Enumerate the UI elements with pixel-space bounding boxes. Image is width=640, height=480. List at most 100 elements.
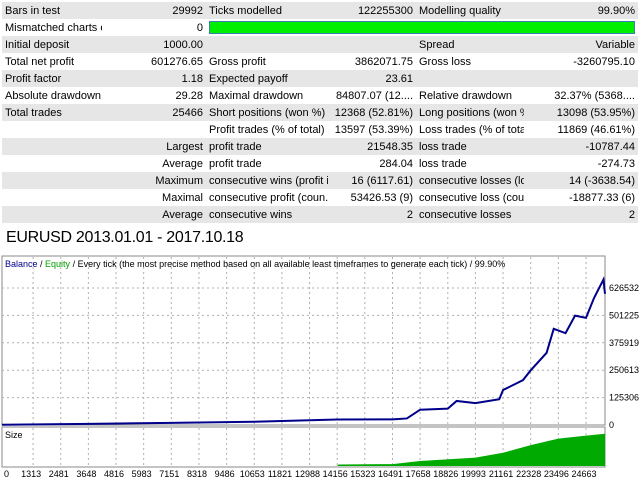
stat-label <box>2 138 102 155</box>
stat-value: 29992 <box>102 2 206 19</box>
stats-row: Maximal consecutive profit (coun... 53426.… <box>2 189 638 206</box>
stat-value: -3260795.10 <box>524 53 638 70</box>
stat-label <box>2 206 102 223</box>
stat-value: 53426.53 (9) <box>328 189 416 206</box>
stat-label: Ticks modelled <box>206 2 328 19</box>
stat-value: 84807.07 (12.... <box>328 87 416 104</box>
stat-label: consecutive losses <box>416 206 524 223</box>
x-tick-label: 7151 <box>159 469 179 479</box>
svg-text:Balance / Equity / Every tick: Balance / Equity / Every tick (the most … <box>5 259 505 269</box>
stat-value: 16 (6117.61) <box>328 172 416 189</box>
y-tick-label: 626532 <box>609 283 639 293</box>
stat-label: profit trade <box>206 155 328 172</box>
stat-label <box>2 189 102 206</box>
y-tick-label: 0 <box>609 420 614 430</box>
x-tick-label: 1313 <box>21 469 41 479</box>
y-tick-label: 125306 <box>609 393 639 403</box>
stat-label: Spread <box>416 36 524 53</box>
stat-value: 13597 (53.39%) <box>328 121 416 138</box>
stat-label <box>416 70 524 87</box>
stat-label: Relative drawdown <box>416 87 524 104</box>
stat-value <box>524 70 638 87</box>
stat-label: Absolute drawdown <box>2 87 102 104</box>
stat-label: profit trade <box>206 138 328 155</box>
stat-label: Mismatched charts e... <box>2 19 102 36</box>
x-tick-label: 12988 <box>295 469 320 479</box>
stat-label: Maximal drawdown <box>206 87 328 104</box>
x-tick-label: 9486 <box>215 469 235 479</box>
stat-label: Long positions (won %) <box>416 104 524 121</box>
legend-sep: / <box>38 259 46 269</box>
stat-label: Total trades <box>2 104 102 121</box>
x-tick-label: 22328 <box>516 469 541 479</box>
y-tick-label: 375919 <box>609 338 639 348</box>
stat-value: Largest <box>102 138 206 155</box>
stat-value: 99.90% <box>524 2 638 19</box>
balance-chart: Balance / Equity / Every tick (the most … <box>1 255 639 479</box>
stats-row: Total net profit 601276.65 Gross profit 386… <box>2 53 638 70</box>
x-tick-label: 16491 <box>378 469 403 479</box>
stat-value: 284.04 <box>328 155 416 172</box>
stat-label: loss trade <box>416 155 524 172</box>
stat-value: 1.18 <box>102 70 206 87</box>
stats-row: Bars in test 29992 Ticks modelled 122255300… <box>2 2 638 19</box>
stat-value: Average <box>102 206 206 223</box>
stat-value: 12368 (52.81%) <box>328 104 416 121</box>
stats-row: Total trades 25466 Short positions (won %)… <box>2 104 638 121</box>
stat-label: Profit trades (% of total) <box>206 121 328 138</box>
stat-value: 13098 (53.95%) <box>524 104 638 121</box>
stat-label: Modelling quality <box>416 2 524 19</box>
stat-label: consecutive losses (loss i... <box>416 172 524 189</box>
stat-label <box>2 121 102 138</box>
stat-value: 0 <box>102 19 206 36</box>
stat-label: Bars in test <box>2 2 102 19</box>
stat-value: Maximal <box>102 189 206 206</box>
stat-value: 23.61 <box>328 70 416 87</box>
stats-row: Largest profit trade 21548.35 loss trade -10… <box>2 138 638 155</box>
x-tick-label: 3648 <box>76 469 96 479</box>
stat-label: consecutive wins (profit i... <box>206 172 328 189</box>
stat-label <box>2 155 102 172</box>
x-tick-label: 15323 <box>350 469 375 479</box>
stat-value: -18877.33 (6) <box>524 189 638 206</box>
legend-balance: Balance <box>5 259 38 269</box>
stat-value: 29.28 <box>102 87 206 104</box>
stat-value: -10787.44 <box>524 138 638 155</box>
stat-value: 21548.35 <box>328 138 416 155</box>
stats-row: Profit factor 1.18 Expected payoff 23.61 <box>2 70 638 87</box>
stats-row: Absolute drawdown 29.28 Maximal drawdown 84… <box>2 87 638 104</box>
stat-label: consecutive wins <box>206 206 328 223</box>
stats-row: Average consecutive wins 2 consecutive loss… <box>2 206 638 223</box>
stats-row: Average profit trade 284.04 loss trade -274.… <box>2 155 638 172</box>
stat-value: Maximum <box>102 172 206 189</box>
x-tick-label: 17658 <box>406 469 431 479</box>
stat-label: Expected payoff <box>206 70 328 87</box>
modelling-quality-bar <box>209 21 635 34</box>
stats-row: Maximum consecutive wins (profit i... 16 (… <box>2 172 638 189</box>
stat-value: 14 (-3638.54) <box>524 172 638 189</box>
legend-description: / Every tick (the most precise method ba… <box>70 259 505 269</box>
stat-value: Average <box>102 155 206 172</box>
x-tick-label: 14156 <box>323 469 348 479</box>
stat-value: 25466 <box>102 104 206 121</box>
x-tick-label: 19993 <box>461 469 486 479</box>
stat-label <box>206 36 328 53</box>
stat-value: 2 <box>328 206 416 223</box>
stat-label <box>2 172 102 189</box>
stat-value: 32.37% (5368.... <box>524 87 638 104</box>
stat-value <box>102 121 206 138</box>
stat-label: Total net profit <box>2 53 102 70</box>
x-tick-label: 24663 <box>571 469 596 479</box>
stat-label: consecutive profit (coun... <box>206 189 328 206</box>
stat-value: 1000.00 <box>102 36 206 53</box>
stats-row: Mismatched charts e...0 <box>2 19 638 36</box>
legend-equity: Equity <box>45 259 71 269</box>
stat-value: 601276.65 <box>102 53 206 70</box>
stat-value: Variable <box>524 36 638 53</box>
x-tick-label: 23496 <box>544 469 569 479</box>
stats-row: Profit trades (% of total) 13597 (53.39%)… <box>2 121 638 138</box>
report-table: Bars in test 29992 Ticks modelled 122255300… <box>2 2 638 223</box>
stat-value: 2 <box>524 206 638 223</box>
y-tick-label: 501225 <box>609 310 639 320</box>
x-tick-label: 4816 <box>104 469 124 479</box>
